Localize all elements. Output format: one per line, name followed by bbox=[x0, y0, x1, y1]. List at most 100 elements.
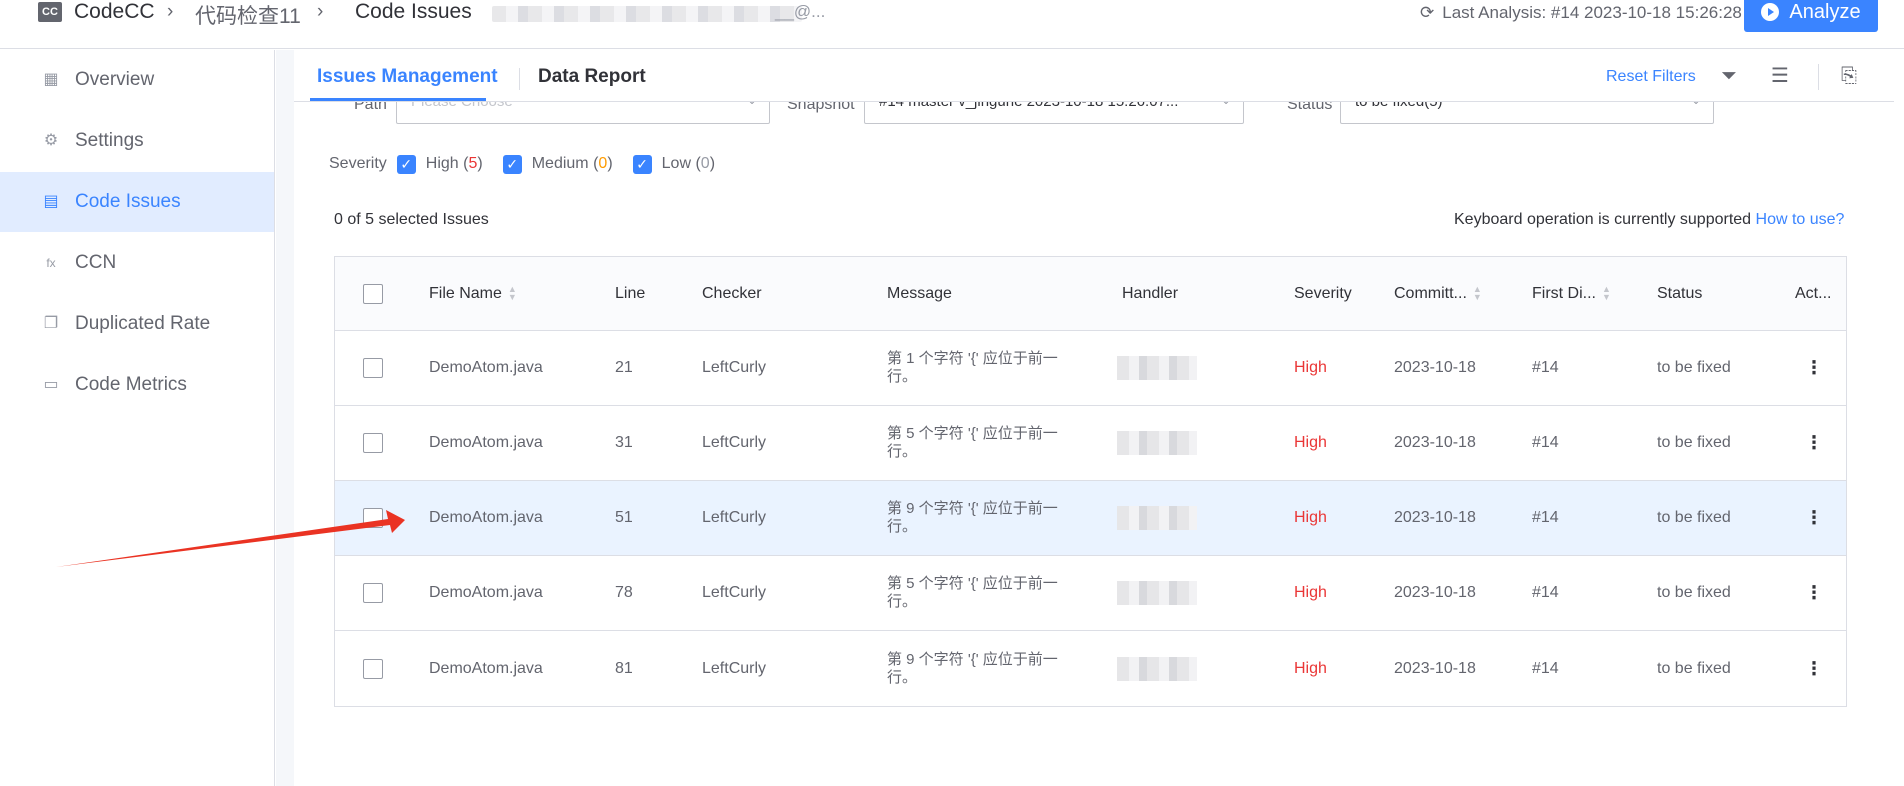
column-handler: Handler bbox=[1122, 284, 1179, 302]
checker-cell: LeftCurly bbox=[702, 509, 767, 526]
row-checkbox[interactable] bbox=[363, 358, 383, 378]
file-name-cell[interactable]: DemoAtom.java bbox=[429, 660, 543, 678]
top-bar: CC CodeCC › 代码检查11 › Code Issues __@... … bbox=[0, 0, 1904, 49]
tab-data-report[interactable]: Data Report bbox=[538, 66, 646, 88]
file-name-cell[interactable]: DemoAtom.java bbox=[429, 359, 543, 377]
status-cell: to be fixed bbox=[1657, 509, 1731, 526]
severity-filter: Severity ✓ High (5) ✓ Medium (0) ✓ Low (… bbox=[329, 152, 735, 176]
row-checkbox[interactable] bbox=[363, 433, 383, 453]
select-all-checkbox[interactable] bbox=[363, 283, 383, 304]
sort-icon[interactable]: ▲ ▼ bbox=[1473, 285, 1482, 302]
last-analysis-text: Last Analysis: #14 2023-10-18 15:26:28 bbox=[1442, 3, 1742, 22]
checker-cell: LeftCurly bbox=[702, 659, 767, 677]
sidebar-item-ccn[interactable]: fx CCN bbox=[0, 233, 274, 293]
breadcrumb-page: Code Issues bbox=[355, 0, 472, 23]
table-row[interactable]: DemoAtom.java 51 LeftCurly 第 9 个字符 '{' 应位于前… bbox=[335, 481, 1846, 556]
more-actions-icon[interactable]: ⋮ bbox=[1805, 508, 1823, 529]
table-row[interactable]: DemoAtom.java 78 LeftCurly 第 5 个字符 '{' 应位于前… bbox=[335, 556, 1846, 631]
row-checkbox[interactable] bbox=[363, 508, 383, 528]
table-row[interactable]: DemoAtom.java 81 LeftCurly 第 9 个字符 '{' 应位于前… bbox=[335, 631, 1846, 706]
redacted-handler bbox=[1117, 656, 1197, 681]
column-action: Act... bbox=[1795, 284, 1832, 302]
sidebar-item-code-issues[interactable]: ▤ Code Issues bbox=[0, 172, 274, 232]
status-cell: to be fixed bbox=[1657, 359, 1731, 376]
column-first-discovered[interactable]: First Di... ▲ ▼ bbox=[1532, 285, 1611, 303]
filter-icon[interactable]: ⏷ bbox=[1717, 64, 1741, 88]
sort-icon[interactable]: ▲ ▼ bbox=[508, 285, 517, 302]
more-actions-icon[interactable]: ⋮ bbox=[1805, 583, 1823, 604]
status-label: Status bbox=[1287, 102, 1333, 113]
table-row[interactable]: DemoAtom.java 31 LeftCurly 第 5 个字符 '{' 应位于前… bbox=[335, 406, 1846, 481]
more-actions-icon[interactable]: ⋮ bbox=[1805, 358, 1823, 379]
status-select[interactable]: to be fixed(5) ⌄ bbox=[1340, 102, 1714, 124]
tab-divider bbox=[519, 68, 520, 90]
reset-filters-link[interactable]: Reset Filters bbox=[1606, 68, 1696, 86]
settings-sliders-icon[interactable]: ☰ bbox=[1768, 64, 1792, 88]
column-file-name[interactable]: File Name ▲ ▼ bbox=[429, 285, 517, 303]
severity-cell: High bbox=[1294, 659, 1327, 677]
snapshot-value: #14 master v_jingune 2023-10-18 15:26:07… bbox=[879, 102, 1178, 110]
status-cell: to be fixed bbox=[1657, 434, 1731, 451]
file-name-cell[interactable]: DemoAtom.java bbox=[429, 434, 543, 452]
file-name-cell[interactable]: DemoAtom.java bbox=[429, 509, 543, 527]
severity-medium-count: 0 bbox=[598, 155, 608, 172]
first-discovered-cell: #14 bbox=[1532, 659, 1559, 677]
file-name-cell[interactable]: DemoAtom.java bbox=[429, 584, 543, 602]
sidebar-item-settings[interactable]: ⚙ Settings bbox=[0, 111, 274, 171]
analyze-button[interactable]: Analyze bbox=[1744, 0, 1878, 32]
tab-issues-management[interactable]: Issues Management bbox=[317, 66, 498, 88]
sidebar-item-label: Code Issues bbox=[75, 191, 181, 212]
row-checkbox[interactable] bbox=[363, 583, 383, 603]
line-cell: 51 bbox=[615, 509, 633, 526]
codecc-logo-icon[interactable]: CC bbox=[38, 2, 62, 22]
sidebar-item-code-metrics[interactable]: ▭ Code Metrics bbox=[0, 355, 274, 415]
sidebar-item-duplicated-rate[interactable]: ❐ Duplicated Rate bbox=[0, 294, 274, 354]
path-select[interactable]: Please Choose ⌄ bbox=[396, 102, 770, 124]
clipboard-icon: ▤ bbox=[43, 193, 59, 210]
committed-cell: 2023-10-18 bbox=[1394, 359, 1476, 376]
column-committed[interactable]: Committ... ▲ ▼ bbox=[1394, 285, 1482, 303]
severity-cell: High bbox=[1294, 584, 1327, 601]
checkbox-checked-icon[interactable]: ✓ bbox=[396, 154, 416, 174]
row-checkbox[interactable] bbox=[363, 658, 383, 679]
sidebar-item-overview[interactable]: ▦ Overview bbox=[0, 50, 274, 110]
chevron-right-icon: › bbox=[317, 1, 324, 22]
export-icon[interactable]: ⎘ bbox=[1837, 64, 1861, 88]
how-to-use-link[interactable]: How to use? bbox=[1756, 211, 1845, 228]
checkbox-checked-icon[interactable]: ✓ bbox=[502, 154, 522, 174]
redacted-handler bbox=[1117, 356, 1197, 380]
status-value: to be fixed(5) bbox=[1355, 102, 1443, 110]
severity-medium-option[interactable]: ✓ Medium (0) bbox=[502, 154, 613, 174]
content-gutter bbox=[276, 50, 294, 786]
more-actions-icon[interactable]: ⋮ bbox=[1805, 433, 1823, 454]
play-icon bbox=[1761, 3, 1780, 21]
severity-low-option[interactable]: ✓ Low (0) bbox=[632, 154, 715, 174]
chevron-right-icon: › bbox=[167, 1, 174, 22]
severity-high-count: 5 bbox=[468, 155, 478, 172]
keyboard-hint-text: Keyboard operation is currently supporte… bbox=[1454, 211, 1752, 228]
more-actions-icon[interactable]: ⋮ bbox=[1805, 658, 1823, 679]
sidebar: ▦ Overview ⚙ Settings ▤ Code Issues fx C… bbox=[0, 50, 275, 786]
checkbox-checked-icon[interactable]: ✓ bbox=[632, 154, 652, 174]
status-cell: to be fixed bbox=[1657, 659, 1731, 677]
first-discovered-cell: #14 bbox=[1532, 359, 1559, 376]
status-cell: to be fixed bbox=[1657, 584, 1731, 601]
snapshot-select[interactable]: #14 master v_jingune 2023-10-18 15:26:07… bbox=[864, 102, 1244, 124]
chevron-down-icon: ⌄ bbox=[1221, 102, 1231, 107]
sidebar-item-label: CCN bbox=[75, 252, 117, 273]
line-cell: 31 bbox=[615, 434, 633, 451]
column-message: Message bbox=[887, 284, 952, 302]
snapshot-label: Snapshot bbox=[787, 102, 855, 113]
column-line: Line bbox=[615, 284, 646, 302]
breadcrumb-repo[interactable]: 代码检查11 bbox=[195, 0, 301, 30]
sort-icon[interactable]: ▲ ▼ bbox=[1602, 285, 1611, 302]
last-analysis-info: ⟳ Last Analysis: #14 2023-10-18 15:26:28 bbox=[1420, 3, 1742, 23]
table-row[interactable]: DemoAtom.java 21 LeftCurly 第 1 个字符 '{' 应位于前… bbox=[335, 331, 1846, 406]
toolbar-divider bbox=[1818, 64, 1819, 90]
brand-name[interactable]: CodeCC bbox=[74, 0, 155, 24]
severity-high-option[interactable]: ✓ High (5) bbox=[396, 154, 483, 174]
redacted-handler bbox=[1117, 506, 1197, 530]
column-checker: Checker bbox=[702, 284, 762, 302]
redacted-handler bbox=[1117, 581, 1197, 605]
chevron-down-icon: ⌄ bbox=[1691, 102, 1701, 107]
